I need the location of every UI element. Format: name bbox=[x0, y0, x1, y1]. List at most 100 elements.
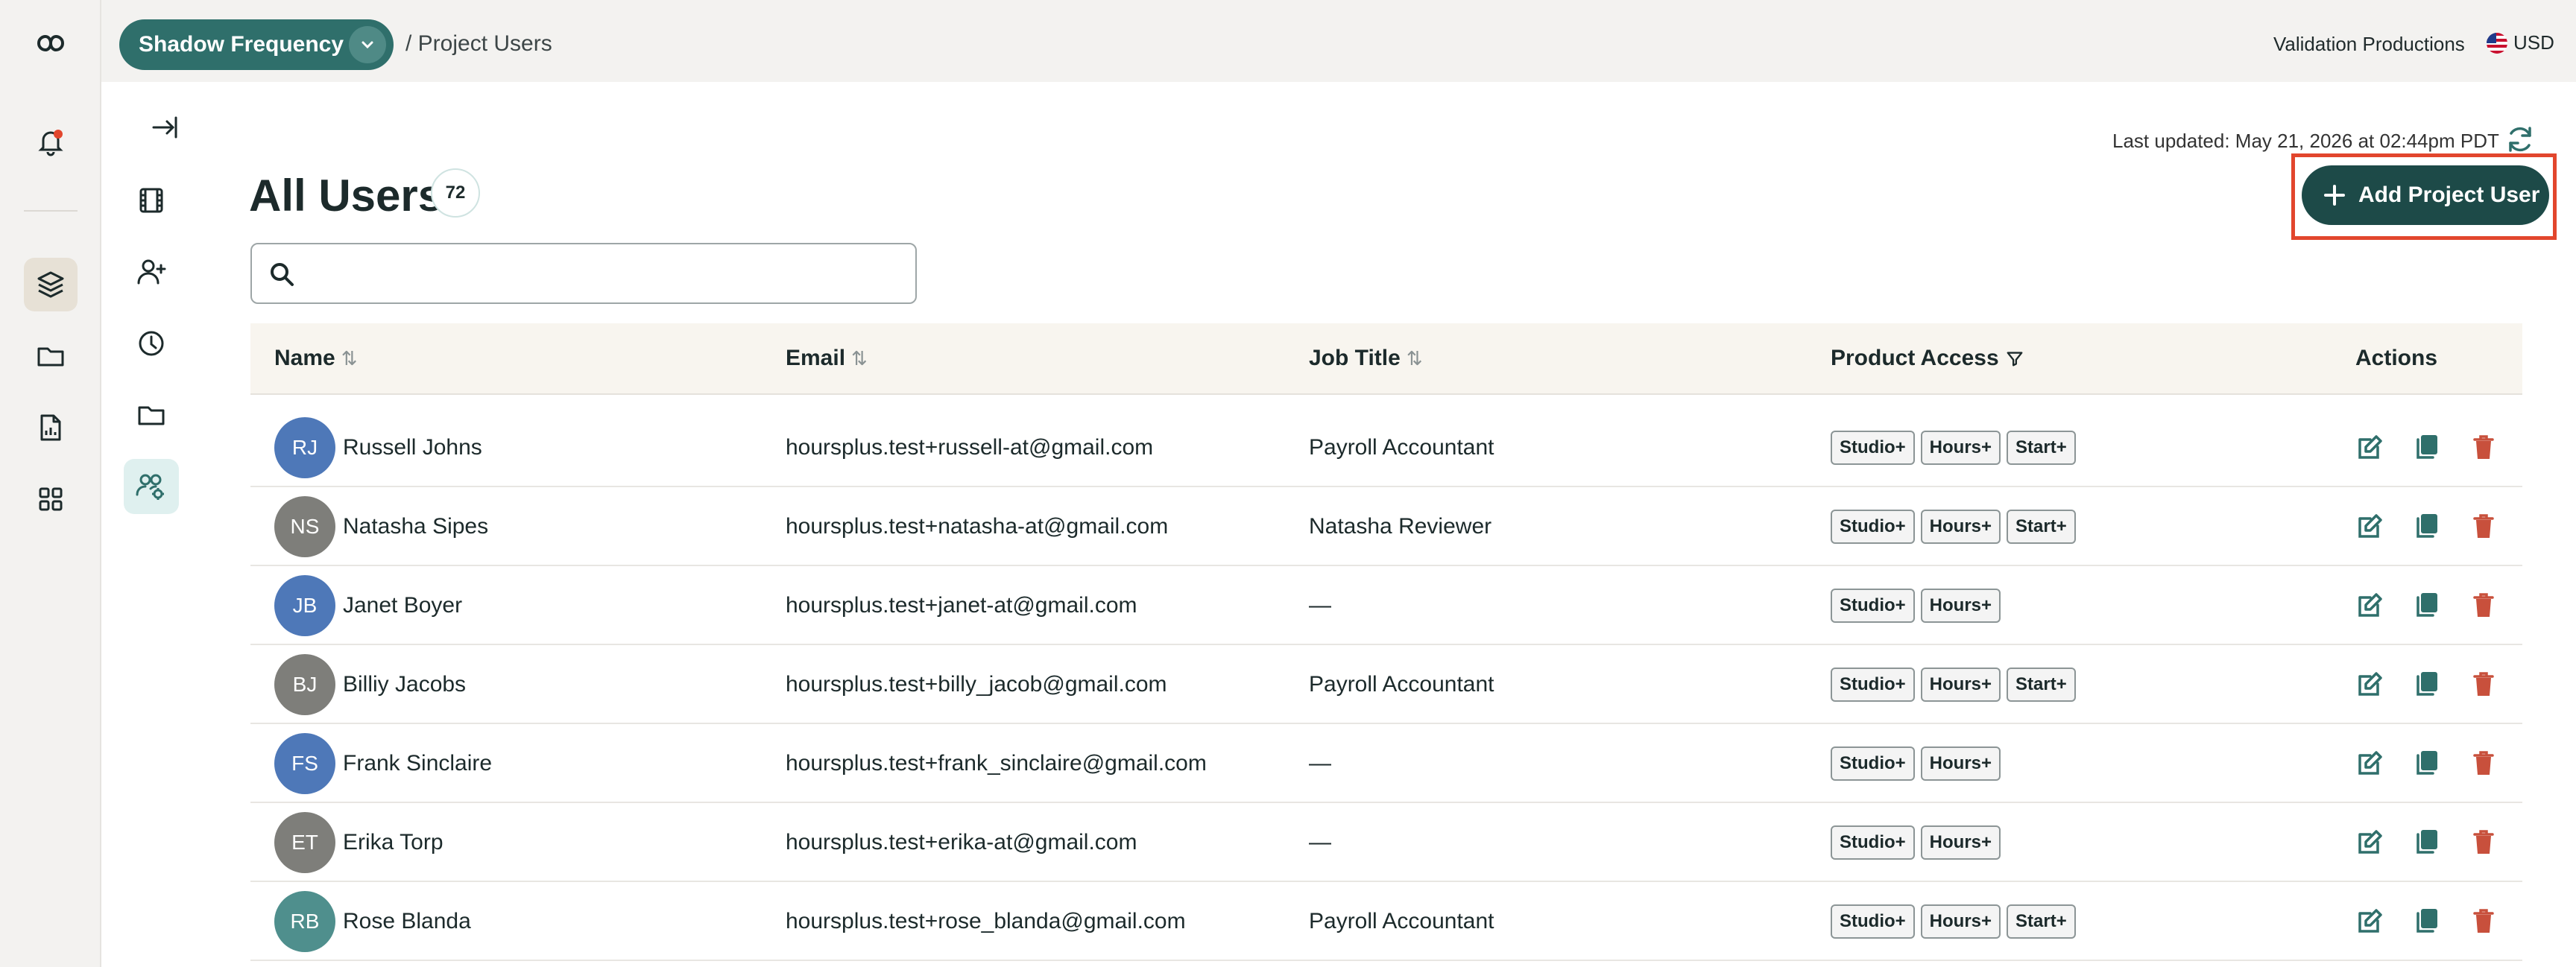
row-actions bbox=[2354, 746, 2500, 783]
user-name: Rose Blanda bbox=[343, 909, 471, 933]
sort-icon[interactable]: ⇅ bbox=[1407, 347, 1423, 370]
user-email: hoursplus.test+billy_jacob@gmail.com bbox=[786, 672, 1167, 697]
user-job-title: — bbox=[1309, 830, 1331, 855]
row-actions bbox=[2354, 904, 2500, 941]
edit-icon[interactable] bbox=[2354, 668, 2387, 704]
product-access-badge: Studio+ bbox=[1831, 825, 1915, 860]
user-job-title: Payroll Accountant bbox=[1309, 435, 1494, 460]
edit-icon[interactable] bbox=[2354, 904, 2387, 941]
user-email: hoursplus.test+russell-at@gmail.com bbox=[786, 435, 1154, 460]
user-name: Erika Torp bbox=[343, 830, 443, 855]
us-flag-icon bbox=[2487, 32, 2507, 54]
avatar: ET bbox=[274, 812, 335, 873]
product-access-badge: Start+ bbox=[2007, 904, 2076, 939]
currency-code: USD bbox=[2513, 31, 2554, 54]
edit-icon[interactable] bbox=[2354, 510, 2387, 546]
report-document-icon[interactable] bbox=[24, 401, 78, 454]
copy-icon[interactable] bbox=[2411, 825, 2443, 862]
user-job-title: Natasha Reviewer bbox=[1309, 514, 1492, 539]
product-access-badge: Hours+ bbox=[1920, 668, 2001, 702]
copy-icon[interactable] bbox=[2411, 668, 2443, 704]
product-access-badge: Hours+ bbox=[1920, 746, 2001, 781]
project-selector[interactable]: Shadow Frequency bbox=[119, 19, 394, 70]
copy-icon[interactable] bbox=[2411, 431, 2443, 467]
user-count-badge: 72 bbox=[431, 168, 480, 218]
sort-icon[interactable]: ⇅ bbox=[851, 347, 868, 370]
table-row[interactable]: RJ Russell Johns hoursplus.test+russell-at… bbox=[250, 408, 2522, 487]
refresh-icon[interactable] bbox=[2503, 122, 2537, 156]
delete-icon[interactable] bbox=[2467, 589, 2500, 625]
table-row[interactable]: RB Rose Blanda hoursplus.test+rose_blanda@… bbox=[250, 882, 2522, 961]
avatar: JB bbox=[274, 575, 335, 636]
column-email[interactable]: Email ⇅ bbox=[786, 346, 868, 371]
delete-icon[interactable] bbox=[2467, 431, 2500, 467]
table-row[interactable]: JB Janet Boyer hoursplus.test+janet-at@gma… bbox=[250, 566, 2522, 645]
copy-icon[interactable] bbox=[2411, 904, 2443, 941]
folder-icon[interactable] bbox=[124, 387, 179, 443]
product-access-badge: Hours+ bbox=[1920, 904, 2001, 939]
edit-icon[interactable] bbox=[2354, 589, 2387, 625]
column-job-title[interactable]: Job Title ⇅ bbox=[1309, 346, 1423, 371]
user-name: Janet Boyer bbox=[343, 593, 463, 618]
copy-icon[interactable] bbox=[2411, 746, 2443, 783]
product-access-list: Studio+ Hours+ Start+ bbox=[1831, 510, 2076, 544]
clock-icon[interactable] bbox=[124, 316, 179, 371]
chevron-down-icon[interactable] bbox=[349, 26, 386, 63]
delete-icon[interactable] bbox=[2467, 825, 2500, 862]
apps-grid-icon[interactable] bbox=[24, 472, 78, 526]
filter-icon[interactable] bbox=[2005, 349, 2024, 368]
add-user-icon[interactable] bbox=[124, 244, 179, 299]
notifications-bell-icon[interactable] bbox=[24, 115, 78, 168]
add-project-user-button[interactable]: Add Project User bbox=[2302, 165, 2549, 225]
delete-icon[interactable] bbox=[2467, 746, 2500, 783]
table-row[interactable]: NS Natasha Sipes hoursplus.test+natasha-at… bbox=[250, 487, 2522, 566]
product-access-badge: Hours+ bbox=[1920, 589, 2001, 623]
user-email: hoursplus.test+frank_sinclaire@gmail.com bbox=[786, 751, 1207, 776]
search-box[interactable] bbox=[250, 243, 917, 304]
sort-icon[interactable]: ⇅ bbox=[341, 347, 358, 370]
user-settings-icon[interactable] bbox=[124, 459, 179, 514]
collapse-sidebar-icon[interactable] bbox=[137, 100, 192, 155]
table-row[interactable]: ET Erika Torp hoursplus.test+erika-at@gmai… bbox=[250, 803, 2522, 882]
edit-icon[interactable] bbox=[2354, 431, 2387, 467]
product-access-list: Studio+ Hours+ Start+ bbox=[1831, 904, 2076, 939]
search-input[interactable] bbox=[309, 250, 905, 297]
copy-icon[interactable] bbox=[2411, 589, 2443, 625]
app-logo-icon[interactable] bbox=[24, 16, 78, 70]
table-row[interactable]: FS Frank Sinclaire hoursplus.test+frank_si… bbox=[250, 724, 2522, 803]
user-job-title: Payroll Accountant bbox=[1309, 909, 1494, 933]
add-project-user-label: Add Project User bbox=[2358, 183, 2540, 207]
avatar: FS bbox=[274, 733, 335, 794]
avatar: BJ bbox=[274, 654, 335, 715]
column-product-access[interactable]: Product Access bbox=[1831, 346, 2024, 371]
delete-icon[interactable] bbox=[2467, 904, 2500, 941]
copy-icon[interactable] bbox=[2411, 510, 2443, 546]
product-access-badge: Studio+ bbox=[1831, 431, 1915, 465]
currency-selector[interactable]: USD bbox=[2487, 31, 2554, 54]
table-row[interactable]: BJ Billiy Jacobs hoursplus.test+billy_jaco… bbox=[250, 645, 2522, 724]
search-icon bbox=[271, 263, 294, 286]
column-email-label: Email bbox=[786, 346, 846, 370]
column-actions-label: Actions bbox=[2355, 346, 2438, 370]
delete-icon[interactable] bbox=[2467, 668, 2500, 704]
edit-icon[interactable] bbox=[2354, 825, 2387, 862]
left-rail bbox=[0, 0, 101, 967]
user-email: hoursplus.test+rose_blanda@gmail.com bbox=[786, 909, 1186, 933]
column-actions: Actions bbox=[2355, 346, 2437, 371]
folder-icon[interactable] bbox=[24, 329, 78, 383]
layers-icon[interactable] bbox=[24, 258, 78, 311]
row-actions bbox=[2354, 589, 2500, 625]
film-icon[interactable] bbox=[124, 173, 179, 228]
user-email: hoursplus.test+natasha-at@gmail.com bbox=[786, 514, 1169, 539]
product-access-badge: Studio+ bbox=[1831, 746, 1915, 781]
last-updated-text: Last updated: May 21, 2026 at 02:44pm PD… bbox=[2112, 130, 2499, 152]
user-name: Natasha Sipes bbox=[343, 514, 489, 539]
user-job-title: — bbox=[1309, 751, 1331, 776]
column-name[interactable]: Name ⇅ bbox=[274, 346, 358, 371]
delete-icon[interactable] bbox=[2467, 510, 2500, 546]
company-name[interactable]: Validation Productions bbox=[2273, 33, 2465, 56]
product-access-list: Studio+ Hours+ bbox=[1831, 746, 2001, 781]
product-access-badge: Studio+ bbox=[1831, 904, 1915, 939]
edit-icon[interactable] bbox=[2354, 746, 2387, 783]
project-name: Shadow Frequency bbox=[139, 32, 344, 57]
